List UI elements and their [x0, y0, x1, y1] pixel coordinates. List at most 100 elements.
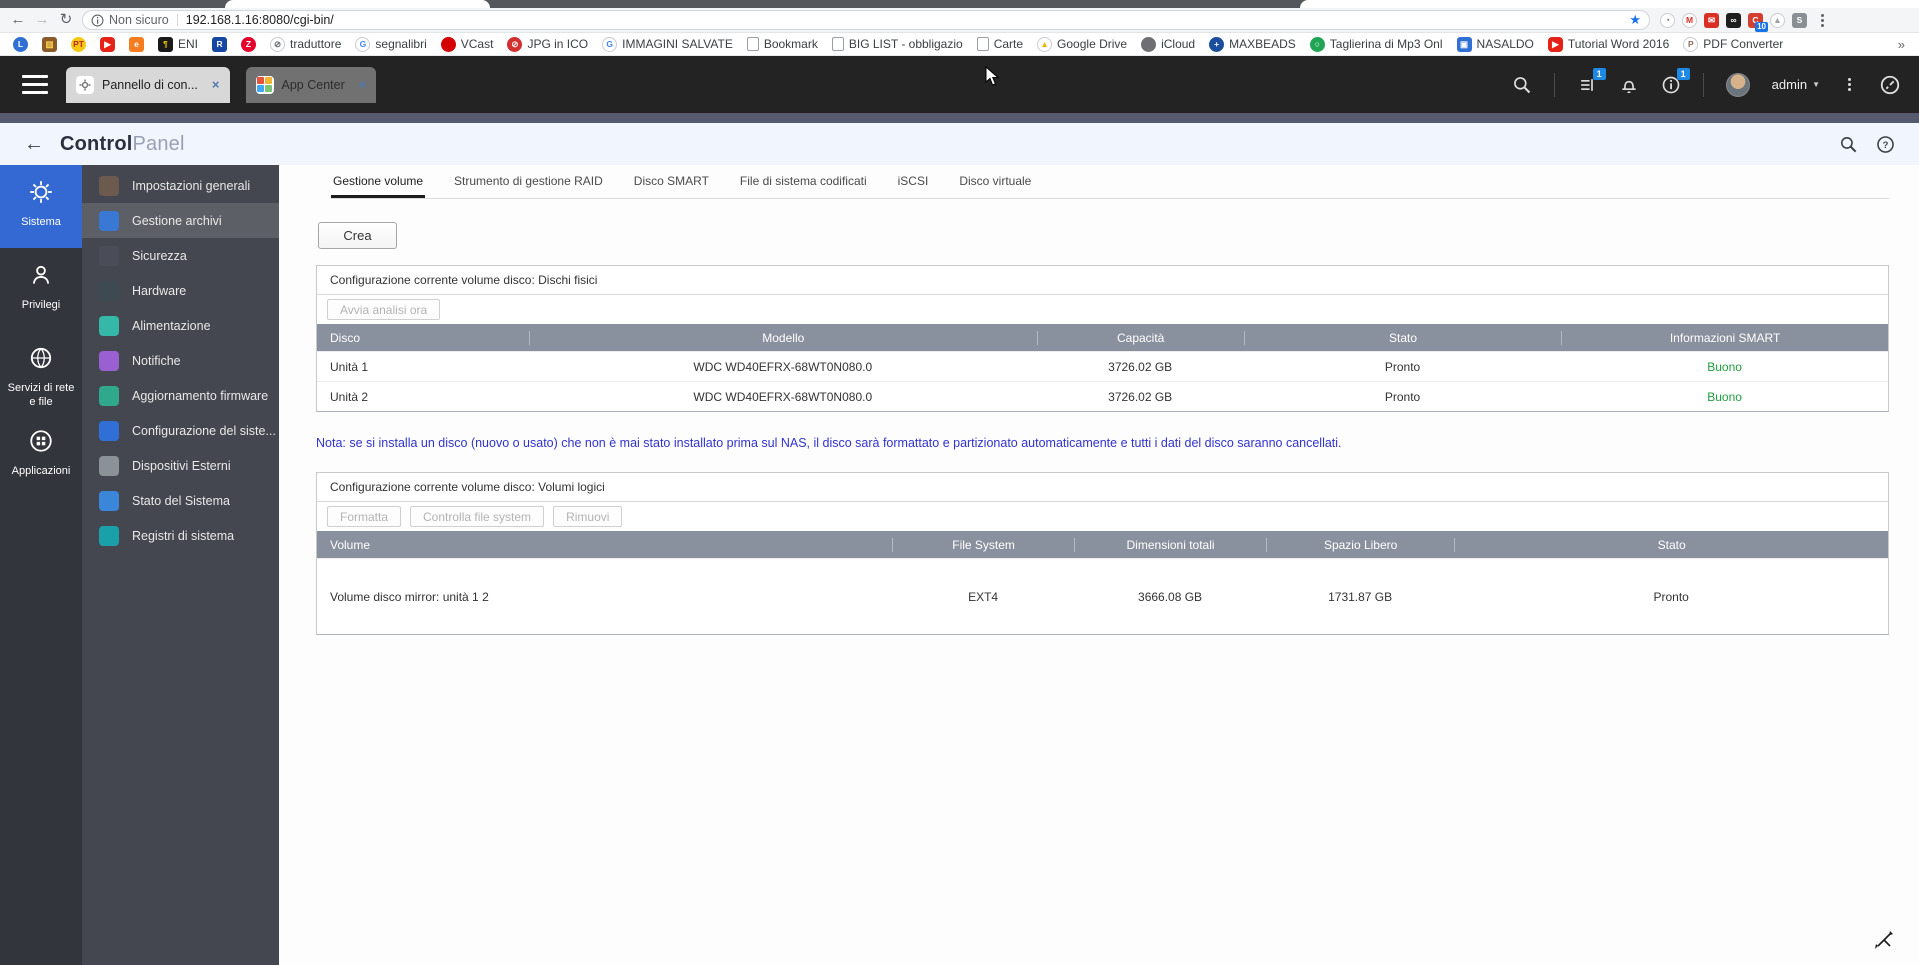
menu-item[interactable]: Notifiche: [82, 343, 279, 378]
bookmark-item[interactable]: Carte: [972, 35, 1028, 53]
close-tab-icon[interactable]: ×: [359, 77, 367, 92]
bookmark-item[interactable]: + MAXBEADS: [1204, 35, 1301, 54]
dashboard-gauge-icon[interactable]: [1879, 74, 1901, 96]
column-header[interactable]: Spazio Libero: [1265, 537, 1455, 552]
menu-item[interactable]: Hardware: [82, 273, 279, 308]
avatar[interactable]: [1725, 72, 1750, 97]
table-row[interactable]: Volume disco mirror: unità 1 2 EXT4 3666…: [317, 558, 1888, 634]
menu-item[interactable]: Gestione archivi: [82, 203, 279, 238]
back-button[interactable]: ←: [6, 9, 30, 31]
menu-item[interactable]: Dispositivi Esterni: [82, 448, 279, 483]
bookmark-item[interactable]: VCast: [436, 35, 499, 54]
section-tab[interactable]: File di sistema codificati: [738, 174, 869, 198]
bookmark-item[interactable]: ○ Taglierina di Mp3 Onl: [1305, 35, 1448, 54]
rail-item-privilegi[interactable]: Privilegi: [0, 248, 82, 331]
column-header[interactable]: Modello: [529, 330, 1036, 345]
menu-item[interactable]: Stato del Sistema: [82, 483, 279, 518]
bookmark-favicon: [976, 37, 989, 51]
main-menu-icon[interactable]: [22, 75, 48, 94]
bookmark-item[interactable]: G segnalibri: [350, 35, 431, 54]
bookmarks-overflow-icon[interactable]: »: [1892, 37, 1911, 52]
bookmark-item[interactable]: ▣ NASALDO: [1452, 35, 1539, 54]
section-tab[interactable]: Disco SMART: [632, 174, 711, 198]
chrome-active-tab-edge[interactable]: [225, 0, 490, 8]
bookmark-item[interactable]: ▶ Tutorial Word 2016: [1543, 35, 1674, 54]
panel-title: Configurazione corrente volume disco: Di…: [317, 266, 1888, 295]
column-header[interactable]: Stato: [1243, 330, 1561, 345]
bookmark-item[interactable]: ▶: [95, 35, 120, 54]
bookmark-item[interactable]: ⊘ traduttore: [265, 35, 346, 54]
extension-icon[interactable]: ▲: [1770, 12, 1785, 28]
menu-item[interactable]: Configurazione del siste...: [82, 413, 279, 448]
rail-item-applicazioni[interactable]: Applicazioni: [0, 414, 82, 497]
column-header[interactable]: Stato: [1454, 537, 1888, 552]
bookmark-item[interactable]: BIG LIST - obbligazio: [827, 35, 968, 53]
crea-button[interactable]: Crea: [318, 222, 397, 249]
bookmark-item[interactable]: ▥: [37, 35, 62, 54]
more-options-icon[interactable]: [1842, 78, 1857, 91]
menu-item[interactable]: Alimentazione: [82, 308, 279, 343]
forward-button[interactable]: →: [30, 9, 54, 31]
help-icon[interactable]: ?: [1876, 135, 1895, 154]
bookmark-item[interactable]: iCloud: [1136, 35, 1200, 54]
bookmark-item[interactable]: PT: [66, 35, 91, 54]
bookmark-item[interactable]: Bookmark: [742, 35, 823, 53]
close-tab-icon[interactable]: ×: [212, 77, 220, 92]
page-info-icon[interactable]: [91, 14, 104, 27]
search-icon[interactable]: [1839, 135, 1858, 154]
extension-icon[interactable]: ∞: [1726, 12, 1741, 28]
bookmark-item[interactable]: G IMMAGINI SALVATE: [597, 35, 738, 54]
url-bar[interactable]: Non sicuro 192.168.1.16:8080/cgi-bin/ ★: [82, 10, 1650, 30]
bookmark-item[interactable]: ⊘ JPG in ICO: [502, 35, 593, 54]
bookmark-item[interactable]: R: [207, 35, 232, 54]
avvia-analisi-button[interactable]: Avvia analisi ora: [327, 299, 441, 320]
qnap-tab-control-panel[interactable]: Pannello di con... ×: [66, 66, 230, 103]
menu-item-label: Sicurezza: [132, 248, 187, 263]
rail-item-sistema[interactable]: Sistema: [0, 165, 82, 248]
table-row[interactable]: Unità 1 WDC WD40EFRX-68WT0N080.0 3726.02…: [317, 351, 1888, 381]
section-tab[interactable]: iSCSI: [896, 174, 931, 198]
rail-label: Applicazioni: [11, 465, 71, 477]
column-header[interactable]: Disco: [317, 331, 529, 345]
extension-icon[interactable]: C 10: [1748, 12, 1768, 32]
bookmark-item[interactable]: ¶ ENI: [153, 35, 203, 54]
section-tab[interactable]: Disco virtuale: [957, 174, 1033, 198]
bookmark-item[interactable]: Z: [236, 35, 261, 54]
page-title: ControlPanel: [60, 133, 185, 156]
reload-button[interactable]: ↻: [54, 9, 78, 31]
bookmark-item[interactable]: P PDF Converter: [1678, 35, 1788, 54]
column-header[interactable]: Volume: [317, 538, 892, 552]
browser-menu-icon[interactable]: [1815, 13, 1830, 27]
search-icon[interactable]: [1512, 75, 1532, 95]
admin-menu[interactable]: admin ▼: [1772, 77, 1820, 92]
background-tasks-icon[interactable]: 1: [1577, 67, 1606, 95]
url-text[interactable]: 192.168.1.16:8080/cgi-bin/: [186, 13, 1630, 27]
menu-item[interactable]: Aggiornamento firmware: [82, 378, 279, 413]
table-row[interactable]: Unità 2 WDC WD40EFRX-68WT0N080.0 3726.02…: [317, 381, 1888, 411]
column-header[interactable]: Capacità: [1036, 330, 1244, 345]
firmware-alert-icon[interactable]: [1619, 75, 1639, 95]
column-header[interactable]: Informazioni SMART: [1561, 330, 1888, 345]
extension-icon[interactable]: ◔: [1660, 12, 1675, 28]
extension-icon[interactable]: ✉: [1704, 12, 1719, 28]
back-arrow-icon[interactable]: ←: [24, 133, 44, 156]
section-tab[interactable]: Gestione volume: [331, 174, 426, 198]
column-header[interactable]: Dimensioni totali: [1074, 537, 1266, 552]
bookmark-item[interactable]: e: [124, 35, 149, 54]
formatta-button[interactable]: Formatta: [327, 506, 402, 527]
menu-item[interactable]: Registri di sistema: [82, 518, 279, 553]
bookmark-star-icon[interactable]: ★: [1629, 12, 1641, 28]
bookmark-item[interactable]: ▲ Google Drive: [1032, 35, 1132, 54]
rimuovi-button[interactable]: Rimuovi: [553, 506, 623, 527]
menu-item[interactable]: Sicurezza: [82, 238, 279, 273]
bookmark-item[interactable]: L: [8, 35, 33, 54]
extension-icon[interactable]: S: [1792, 12, 1807, 28]
menu-item[interactable]: Impostazioni generali: [82, 168, 279, 203]
rail-item-servizi-rete[interactable]: Servizi di rete e file: [0, 331, 82, 414]
extension-icon[interactable]: M: [1682, 12, 1697, 28]
qnap-tab-app-center[interactable]: App Center ×: [245, 66, 377, 103]
column-header[interactable]: File System: [891, 537, 1074, 552]
section-tab[interactable]: Strumento di gestione RAID: [452, 174, 605, 198]
controlla-file-system-button[interactable]: Controlla file system: [410, 506, 545, 527]
notifications-info-icon[interactable]: 1: [1661, 67, 1690, 95]
